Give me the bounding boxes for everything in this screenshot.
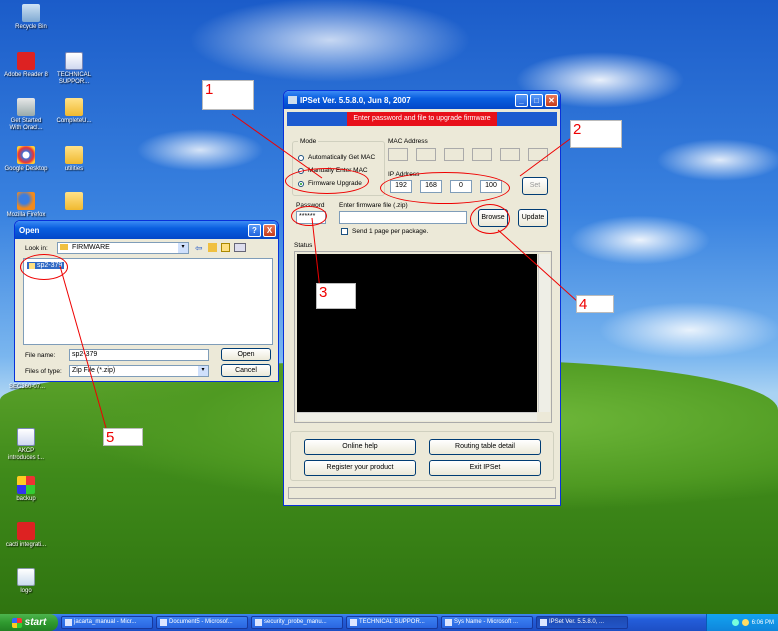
annotation-ring-file xyxy=(20,254,68,280)
taskbar-item[interactable]: TECHNICAL SUPPOR... xyxy=(346,616,438,629)
callout-3: 3 xyxy=(316,283,356,309)
annotation-ring-password xyxy=(291,206,327,226)
system-tray: 6:06 PM xyxy=(706,614,778,631)
annotation-ring-browse xyxy=(470,204,510,234)
word-doc-icon xyxy=(445,619,452,626)
start-button[interactable]: start xyxy=(0,614,58,631)
taskbar-item[interactable]: Sys Name - Microsoft ... xyxy=(441,616,533,629)
word-doc-icon xyxy=(65,619,72,626)
annotation-ring-ip xyxy=(380,172,510,204)
taskbar-item-active[interactable]: IPSet Ver. 5.5.8.0, ... xyxy=(536,616,628,629)
app-icon xyxy=(540,619,547,626)
callout-5: 5 xyxy=(103,428,143,446)
annotation-lines xyxy=(59,113,579,429)
word-doc-icon xyxy=(160,619,167,626)
annotation-line-2 xyxy=(519,135,575,177)
annotation-line-3 xyxy=(311,217,321,291)
callout-1: 1 xyxy=(202,80,254,110)
word-doc-icon xyxy=(255,619,262,626)
tray-network-icon[interactable] xyxy=(731,619,739,626)
tray-volume-icon[interactable] xyxy=(741,619,749,626)
annotation-ring-mode xyxy=(285,168,369,194)
windows-flag-icon xyxy=(11,617,22,628)
taskbar: start jacarta_manual - Micr... Document5… xyxy=(0,614,778,631)
taskbar-item[interactable]: security_probe_manu... xyxy=(251,616,343,629)
callout-4: 4 xyxy=(576,295,614,313)
taskbar-item[interactable]: Document5 - Microsof... xyxy=(156,616,248,629)
annotation-line-4 xyxy=(497,229,579,303)
callout-2: 2 xyxy=(570,120,622,148)
word-doc-icon xyxy=(350,619,357,626)
clock[interactable]: 6:06 PM xyxy=(752,620,774,626)
taskbar-item[interactable]: jacarta_manual - Micr... xyxy=(61,616,153,629)
annotation-line-5 xyxy=(59,265,107,429)
